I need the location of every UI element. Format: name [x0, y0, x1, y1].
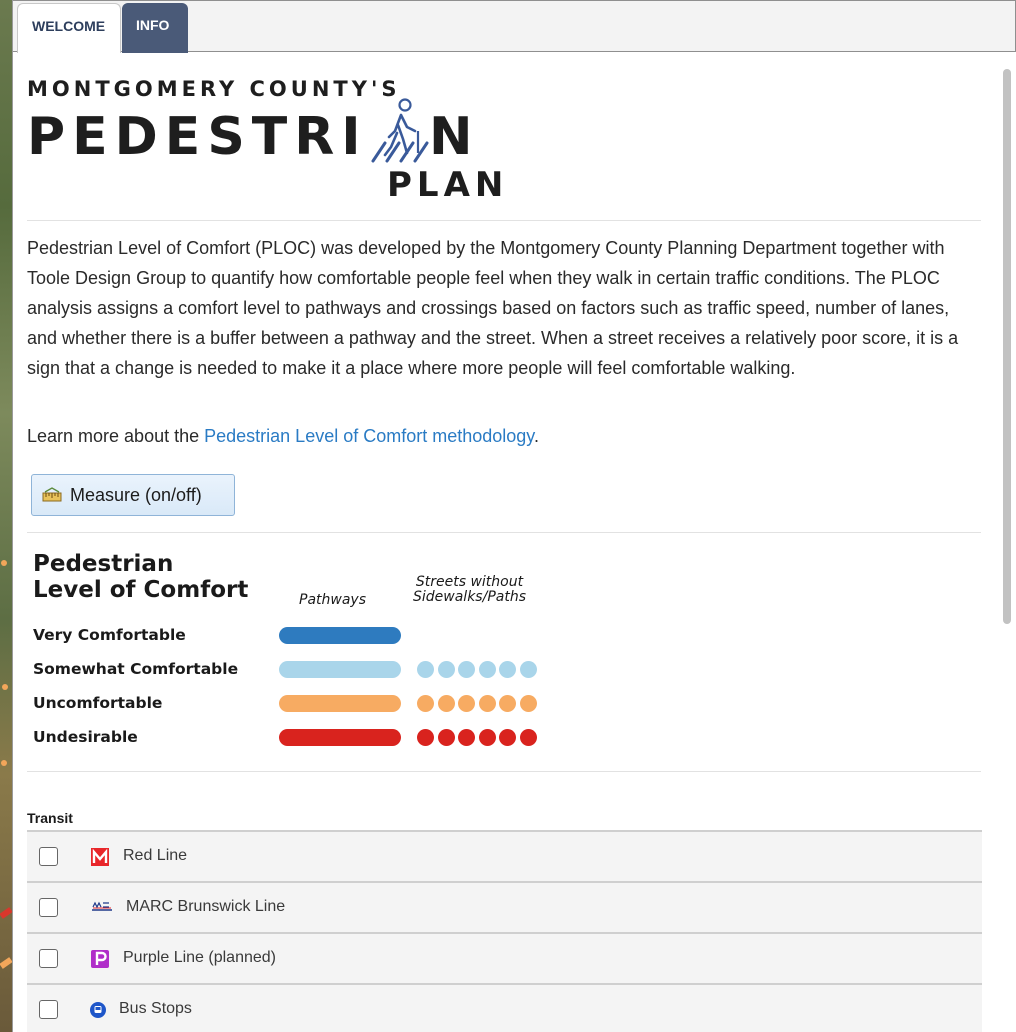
logo-main-text-end: N [429, 107, 473, 167]
legend-street-dot [437, 695, 455, 712]
bus-stops-label: Bus Stops [119, 1000, 192, 1017]
divider [27, 220, 981, 221]
legend-street-dot [519, 695, 537, 712]
divider [27, 771, 981, 772]
transit-row-bus-stops[interactable]: Bus Stops [27, 983, 982, 1032]
legend-pathway-undesirable [279, 729, 401, 746]
learn-more-prefix: Learn more about the [27, 426, 205, 446]
red-line-label: Red Line [123, 847, 188, 864]
legend-street-dot [478, 661, 496, 678]
transit-layer-list: Red Line MARC Brunswick Line Purple Line… [27, 830, 982, 1032]
info-panel: WELCOME INFO MONTGOMERY COUNTY'S PEDESTR… [12, 0, 1016, 1032]
tab-info[interactable]: INFO [122, 3, 188, 53]
metro-m-icon [91, 848, 109, 866]
map-route [0, 907, 13, 919]
marc-checkbox[interactable] [39, 898, 58, 917]
divider [27, 532, 981, 533]
legend-col-streets-line1: Streets without [415, 574, 524, 590]
transit-row-purple-line[interactable]: Purple Line (planned) [27, 932, 982, 983]
logo-sub-text: PLAN [387, 165, 509, 205]
legend-title-line1: Pedestrian [33, 551, 174, 577]
legend-label-undesirable: Undesirable [33, 728, 138, 746]
measure-button[interactable]: Measure (on/off) [31, 474, 235, 516]
legend-street-dot [499, 729, 516, 746]
ploc-description: Pedestrian Level of Comfort (PLOC) was d… [27, 238, 959, 378]
legend-pathway-very-comfortable [279, 627, 401, 644]
measure-button-label: Measure (on/off) [70, 485, 202, 505]
legend-street-dot [437, 661, 455, 678]
tab-welcome[interactable]: WELCOME [17, 3, 121, 53]
ploc-methodology-link[interactable]: Pedestrian Level of Comfort methodology [204, 426, 534, 446]
legend-street-dot [499, 695, 516, 712]
purple-line-icon [91, 950, 109, 968]
marc-icon [92, 901, 112, 911]
legend-label-uncomfortable: Uncomfortable [33, 694, 163, 712]
legend-street-dot [458, 661, 475, 678]
legend-street-dot [519, 729, 537, 746]
transit-row-red-line[interactable]: Red Line [27, 830, 982, 881]
ploc-legend: Pedestrian Level of Comfort Pathways Str… [33, 547, 573, 757]
legend-street-dot [478, 729, 496, 746]
bus-stop-icon [90, 1002, 106, 1018]
scrollbar-thumb[interactable] [1003, 69, 1011, 624]
red-line-checkbox[interactable] [39, 847, 58, 866]
legend-street-dot [458, 695, 475, 712]
legend-col-pathways: Pathways [299, 592, 366, 608]
legend-street-dot [417, 729, 434, 746]
purple-line-checkbox[interactable] [39, 949, 58, 968]
map-marker [1, 560, 7, 566]
legend-street-dot [519, 661, 537, 678]
pedestrian-plan-logo: MONTGOMERY COUNTY'S PEDESTRI N PLAN [27, 77, 503, 207]
legend-street-dot [417, 695, 434, 712]
learn-more-text: Learn more about the Pedestrian Level of… [27, 426, 539, 447]
marc-label: MARC Brunswick Line [126, 898, 286, 915]
legend-label-very-comfortable: Very Comfortable [33, 626, 186, 644]
legend-title: Pedestrian Level of Comfort [33, 551, 248, 603]
legend-col-streets: Streets without Sidewalks/Paths [413, 575, 526, 605]
logo-main-text: PEDESTRI [27, 107, 368, 167]
legend-street-dot [417, 661, 434, 678]
scrollbar[interactable] [1001, 67, 1013, 1032]
legend-street-dot [499, 661, 516, 678]
map-route [0, 957, 13, 969]
legend-pathway-uncomfortable [279, 695, 401, 712]
map-background[interactable] [0, 0, 13, 1032]
map-marker [1, 760, 7, 766]
transit-heading: Transit [27, 810, 73, 826]
legend-col-streets-line2: Sidewalks/Paths [413, 589, 526, 605]
learn-more-suffix: . [533, 426, 539, 446]
legend-street-dot [437, 729, 455, 746]
legend-street-dot [458, 729, 475, 746]
purple-line-label: Purple Line (planned) [123, 949, 276, 966]
transit-row-marc[interactable]: MARC Brunswick Line [27, 881, 982, 932]
bus-stops-checkbox[interactable] [39, 1000, 58, 1019]
ruler-icon [42, 487, 62, 502]
tab-bar: WELCOME INFO [13, 0, 1016, 53]
legend-label-somewhat-comfortable: Somewhat Comfortable [33, 660, 239, 678]
pedestrian-icon [371, 98, 429, 163]
welcome-content: MONTGOMERY COUNTY'S PEDESTRI N PLAN Pede… [13, 53, 1016, 1032]
legend-pathway-somewhat-comfortable [279, 661, 401, 678]
legend-street-dot [478, 695, 496, 712]
legend-title-line2: Level of Comfort [33, 577, 249, 603]
map-marker [2, 684, 8, 690]
